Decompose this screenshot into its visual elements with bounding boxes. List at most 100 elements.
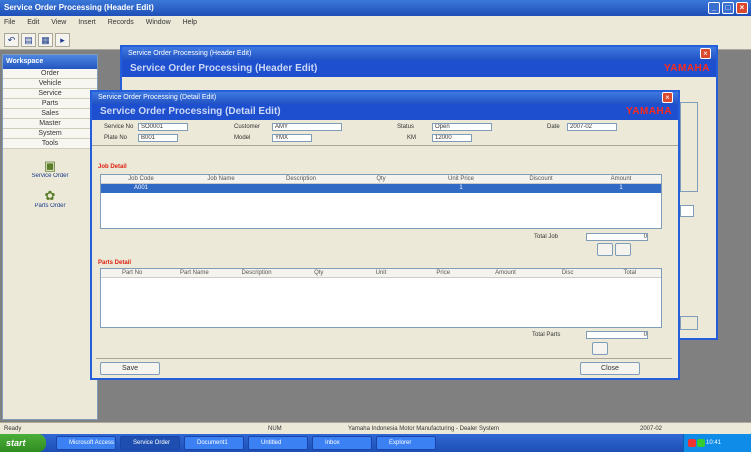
km-label: KM — [407, 135, 416, 141]
gear-icon[interactable]: ✿ — [42, 189, 58, 203]
col-job-code: Job Code — [128, 176, 154, 182]
nav-icon-label-parts[interactable]: Parts Order — [3, 203, 97, 209]
task-inbox[interactable]: Inbox — [312, 436, 372, 450]
so-no-label: Service No — [104, 124, 134, 130]
status-field[interactable]: Open — [432, 123, 492, 131]
total-parts-field: 0 — [586, 331, 648, 339]
task-explorer[interactable]: Explorer — [376, 436, 436, 450]
total-job-label: Total Job — [534, 234, 559, 240]
col-part-disc: Disc — [561, 270, 574, 276]
header-edit-band: Service Order Processing (Header Edit) Y… — [122, 60, 716, 77]
nav-item-order[interactable]: Order — [3, 69, 97, 79]
detail-edit-close-icon[interactable]: × — [662, 92, 673, 103]
nav-item-parts[interactable]: Parts — [3, 99, 97, 109]
date-field[interactable]: 2007-02 — [567, 123, 617, 131]
menu-file[interactable]: File — [4, 19, 15, 26]
header-edit-title: Service Order Processing (Header Edit) — [122, 47, 716, 60]
back-window-dropdown[interactable] — [680, 205, 694, 217]
col-part-description: Description — [241, 270, 272, 276]
menu-window[interactable]: Window — [146, 19, 171, 26]
detail-edit-band: Service Order Processing (Detail Edit) Y… — [92, 104, 678, 120]
customer-label: Customer — [234, 124, 261, 130]
nav-item-master[interactable]: Master — [3, 119, 97, 129]
save-icon[interactable]: ▦ — [38, 33, 53, 47]
save-button[interactable]: Save — [100, 362, 160, 375]
job-detail-grid: Job Code Job Name Description Qty Unit P… — [100, 174, 662, 229]
nav-item-tools[interactable]: Tools — [3, 139, 97, 149]
close-form-button[interactable]: Close — [580, 362, 640, 375]
total-job-field: 0 — [586, 233, 648, 241]
nav-icon-label-service[interactable]: Service Order — [3, 173, 97, 179]
header-edit-band-text: Service Order Processing (Header Edit) — [130, 63, 318, 74]
task-untitled[interactable]: Untitled — [248, 436, 308, 450]
tray-network-icon[interactable] — [697, 439, 705, 447]
app-title: Service Order Processing (Header Edit) — [4, 3, 154, 12]
cell-unit-price[interactable]: 1 — [421, 184, 501, 193]
maximize-button[interactable]: □ — [722, 2, 734, 14]
cell-job-name[interactable] — [181, 184, 261, 193]
parts-grid-header: Part No Part Name Description Qty Unit P… — [101, 269, 661, 278]
status-label: Status — [397, 124, 415, 130]
task-access[interactable]: Microsoft Access — [56, 436, 116, 450]
taskbar: start Microsoft Access Service Order Doc… — [0, 434, 751, 452]
parts-add-button[interactable] — [592, 342, 608, 355]
col-part-name: Part Name — [179, 270, 209, 276]
footer-divider — [96, 358, 672, 359]
col-qty: Qty — [376, 176, 386, 182]
detail-edit-title: Service Order Processing (Detail Edit) — [98, 94, 217, 101]
plate-field[interactable]: B001 — [138, 134, 178, 142]
back-window-button[interactable] — [680, 316, 698, 330]
col-part-price: Price — [436, 270, 451, 276]
cell-discount[interactable] — [501, 184, 581, 193]
menu-help[interactable]: Help — [183, 19, 197, 26]
job-detail-title: Job Detail — [98, 164, 127, 170]
back-window-edge — [680, 102, 698, 192]
header-edit-close-icon[interactable]: × — [700, 48, 711, 59]
system-tray: 10:41 — [683, 434, 751, 452]
nav-header: Workspace — [3, 55, 97, 69]
detail-edit-window: Service Order Processing (Detail Edit) ×… — [90, 90, 680, 380]
col-unit-price: Unit Price — [447, 176, 474, 182]
cell-job-code[interactable]: A001 — [101, 184, 181, 193]
start-button[interactable]: start — [0, 434, 46, 452]
model-field[interactable]: YMX — [272, 134, 312, 142]
nav-item-vehicle[interactable]: Vehicle — [3, 79, 97, 89]
cell-description[interactable] — [261, 184, 341, 193]
tray-alert-icon[interactable] — [688, 439, 696, 447]
close-button[interactable]: × — [736, 2, 748, 14]
nav-item-system[interactable]: System — [3, 129, 97, 139]
app-title-bar: Service Order Processing (Header Edit) _… — [0, 0, 751, 16]
col-job-name: Job Name — [207, 176, 235, 182]
table-row[interactable]: A001 1 1 — [101, 184, 661, 193]
nav-item-sales[interactable]: Sales — [3, 109, 97, 119]
cell-amount[interactable]: 1 — [581, 184, 661, 193]
so-no-field[interactable]: SO0001 — [138, 123, 188, 131]
nav-item-service[interactable]: Service — [3, 89, 97, 99]
job-delete-button[interactable] — [615, 243, 631, 256]
menu-bar: File Edit View Insert Records Window Hel… — [0, 16, 751, 30]
cell-qty[interactable] — [341, 184, 421, 193]
job-add-button[interactable] — [597, 243, 613, 256]
km-field[interactable]: 12000 — [432, 134, 472, 142]
go-icon[interactable]: ▸ — [55, 33, 70, 47]
customer-field[interactable]: AMY — [272, 123, 342, 131]
col-description: Description — [285, 176, 316, 182]
open-icon[interactable]: ▤ — [21, 33, 36, 47]
total-parts-label: Total Parts — [532, 332, 561, 338]
undo-icon[interactable]: ↶ — [4, 33, 19, 47]
col-part-unit: Unit — [375, 270, 387, 276]
col-part-no: Part No — [121, 270, 143, 276]
menu-insert[interactable]: Insert — [78, 19, 96, 26]
menu-view[interactable]: View — [51, 19, 66, 26]
folder-icon[interactable]: ▣ — [42, 159, 58, 173]
detail-header: Service No SO0001 Customer AMY Status Op… — [92, 120, 678, 146]
task-document[interactable]: Document1 — [184, 436, 244, 450]
menu-edit[interactable]: Edit — [27, 19, 39, 26]
detail-edit-band-text: Service Order Processing (Detail Edit) — [100, 106, 281, 117]
nav-pane: Workspace Order Vehicle Service Parts Sa… — [2, 54, 98, 420]
menu-records[interactable]: Records — [108, 19, 134, 26]
col-part-amount: Amount — [495, 270, 516, 276]
model-label: Model — [234, 135, 251, 141]
minimize-button[interactable]: _ — [708, 2, 720, 14]
task-service-order[interactable]: Service Order — [120, 436, 180, 450]
